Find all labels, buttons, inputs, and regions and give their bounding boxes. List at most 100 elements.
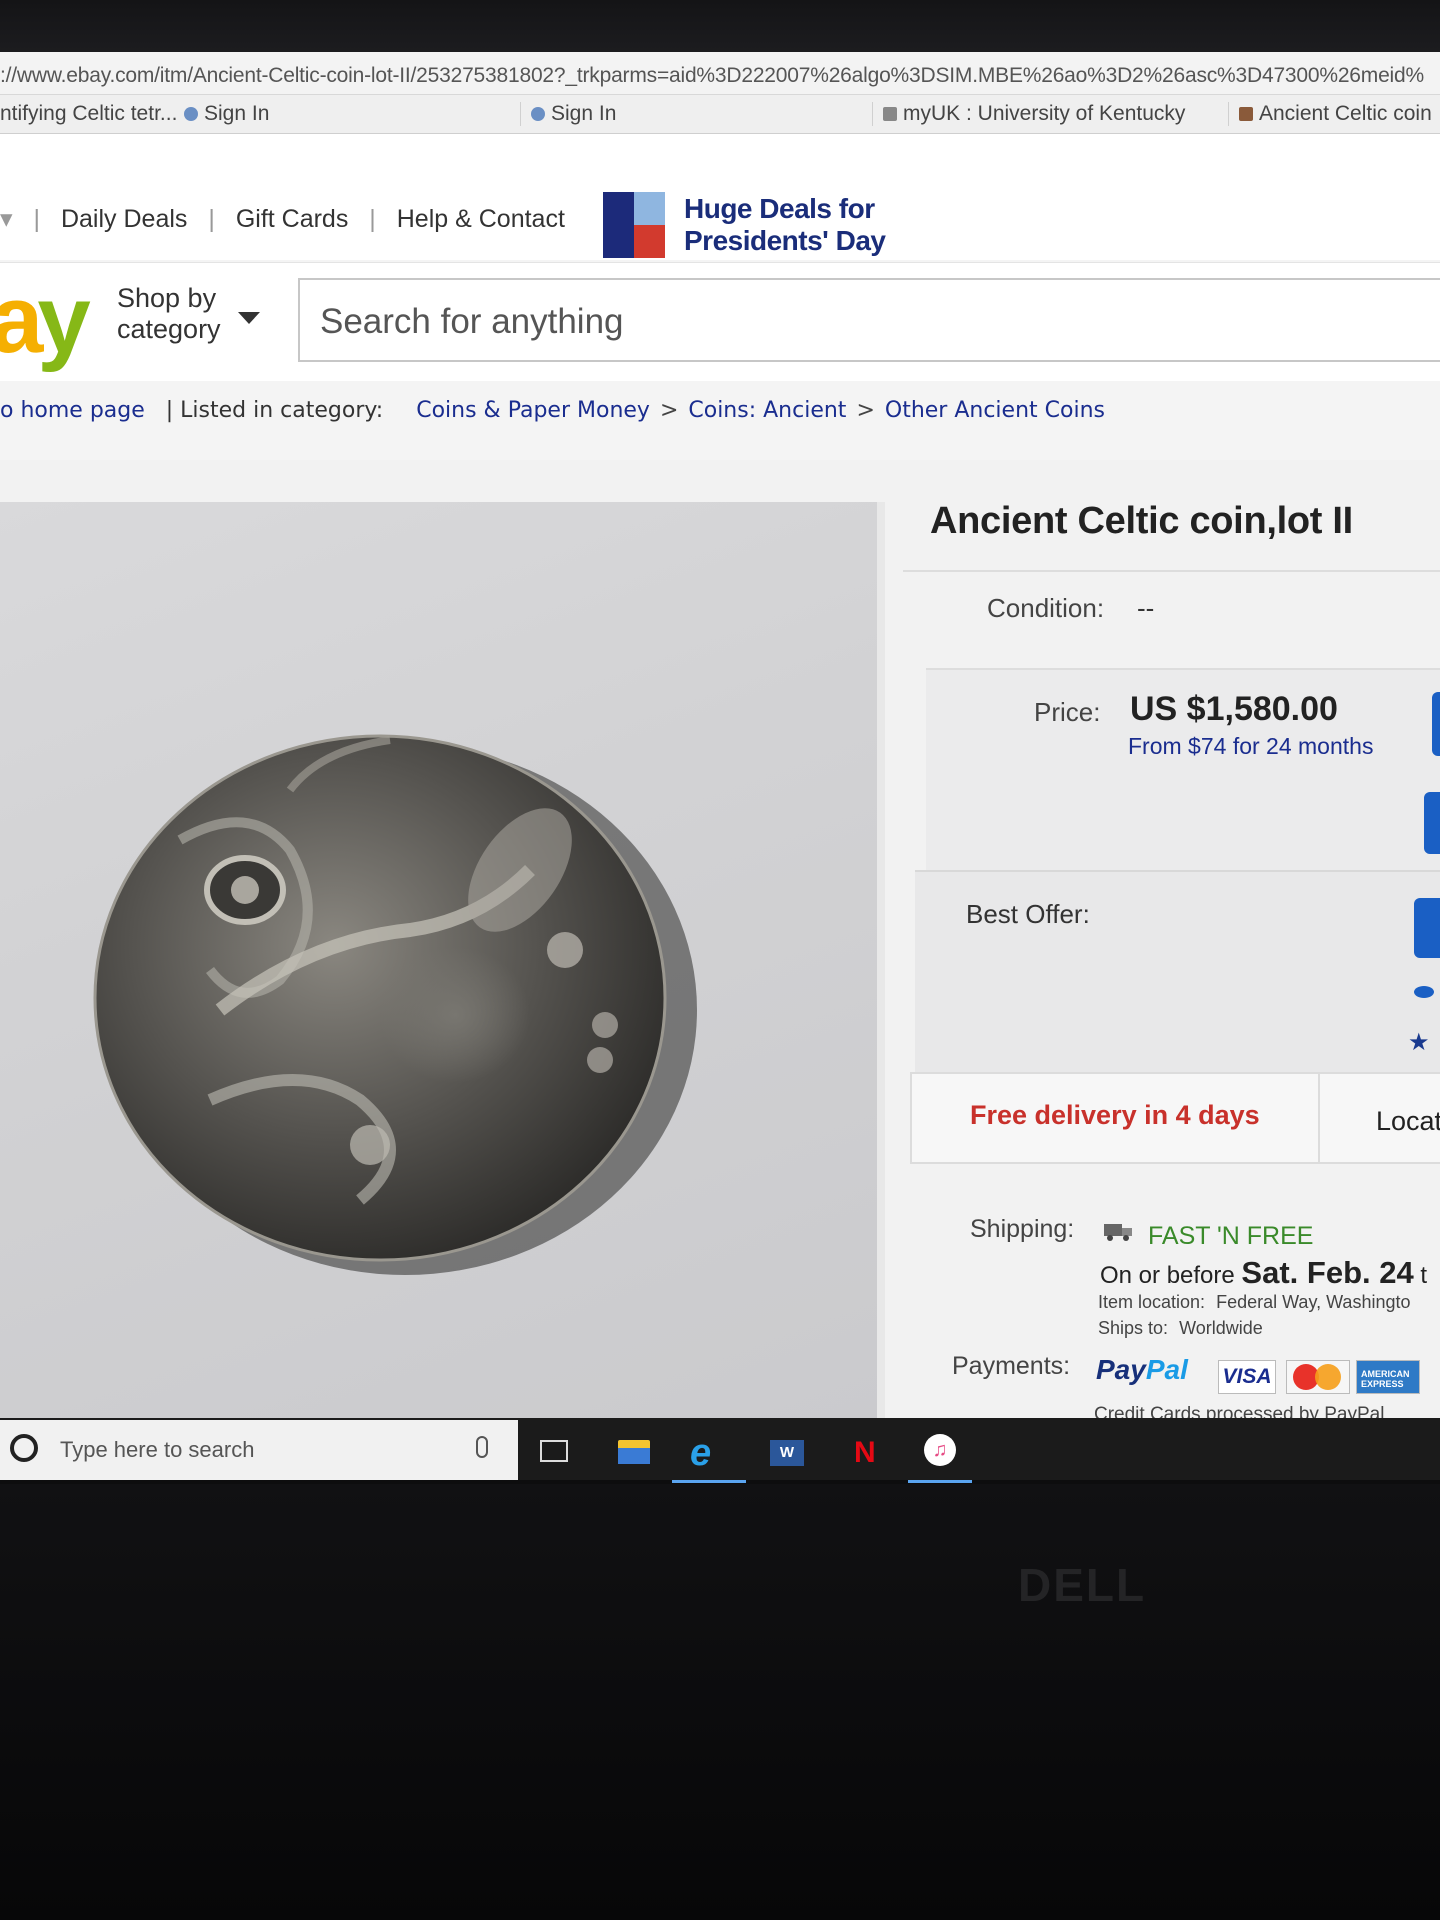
ships-to-value: Worldwide — [1179, 1318, 1263, 1338]
favorite-ancient-celtic[interactable]: Ancient Celtic coin — [1228, 102, 1432, 126]
amex-logo: AMERICAN EXPRESS — [1356, 1360, 1420, 1394]
item-location-value: Federal Way, Washingto — [1216, 1292, 1411, 1312]
cortana-icon[interactable] — [10, 1434, 38, 1462]
favorite-celtic-tetr[interactable]: ntifying Celtic tetr... — [0, 102, 177, 126]
logo-letter: a — [0, 266, 43, 373]
condition-value: -- — [1137, 593, 1155, 623]
breadcrumb-separator: > — [856, 398, 875, 423]
location-tab[interactable]: Locat — [1376, 1106, 1440, 1137]
ships-to: Ships to: Worldwide — [1098, 1318, 1263, 1339]
favorite-label: myUK : University of Kentucky — [903, 102, 1186, 125]
amex-text: AMERICAN EXPRESS — [1361, 1369, 1410, 1389]
taskbar-search[interactable]: Type here to search — [0, 1420, 518, 1480]
delivery-date: On or before Sat. Feb. 24 t — [1100, 1255, 1427, 1291]
shop-label: Shop by — [117, 283, 217, 313]
visa-logo: VISA — [1218, 1360, 1276, 1394]
url-text[interactable]: ://www.ebay.com/itm/Ancient-Celtic-coin-… — [0, 64, 1424, 88]
task-view-icon[interactable] — [540, 1440, 568, 1462]
star-icon[interactable]: ★ — [1408, 1028, 1430, 1057]
paypal-part: Pal — [1145, 1354, 1188, 1385]
item-location: Item location: Federal Way, Washingto — [1098, 1292, 1410, 1313]
search-input[interactable]: Search for anything — [298, 278, 1440, 362]
help-contact-link[interactable]: Help & Contact — [397, 205, 565, 233]
ebay-logo[interactable]: ay — [0, 270, 91, 370]
listed-in-label: | Listed in category: — [165, 398, 384, 423]
condition-label: Condition: — [987, 593, 1105, 623]
item-title: Ancient Celtic coin,lot II — [930, 500, 1353, 542]
separator: ▾ — [0, 205, 13, 233]
breadcrumb: o home page | Listed in category: Coins … — [0, 398, 1105, 423]
paypal-part: Pay — [1096, 1354, 1146, 1385]
address-bar[interactable]: ://www.ebay.com/itm/Ancient-Celtic-coin-… — [0, 58, 1440, 95]
mastercard-circle — [1315, 1364, 1341, 1390]
date-suffix: t — [1420, 1262, 1428, 1289]
favorite-sign-in-2[interactable]: Sign In — [520, 102, 616, 126]
delivery-tab[interactable]: Free delivery in 4 days — [970, 1100, 1260, 1131]
price-value: US $1,580.00 — [1130, 690, 1338, 728]
favorite-sign-in-1[interactable]: Sign In — [184, 102, 269, 126]
favorite-myuk[interactable]: myUK : University of Kentucky — [872, 102, 1185, 126]
divider — [903, 570, 1440, 572]
favorite-label: Ancient Celtic coin — [1259, 102, 1432, 125]
netflix-icon[interactable]: N — [854, 1436, 876, 1470]
buy-it-now-button[interactable] — [1432, 692, 1440, 756]
breadcrumb-coins-paper-money[interactable]: Coins & Paper Money — [416, 398, 650, 423]
monitor-bezel-bottom — [0, 1484, 1440, 1920]
itunes-icon[interactable]: ♫ — [924, 1434, 956, 1466]
separator: | — [33, 205, 41, 233]
eye-icon[interactable] — [1414, 986, 1434, 998]
truck-icon — [1104, 1224, 1132, 1241]
paypal-logo: PayPal — [1096, 1354, 1188, 1386]
best-offer-label: Best Offer: — [966, 899, 1090, 929]
breadcrumb-other-ancient-coins[interactable]: Other Ancient Coins — [885, 398, 1105, 423]
globe-icon — [531, 107, 545, 121]
caret-down-icon[interactable] — [238, 312, 260, 324]
coin-image[interactable] — [60, 680, 760, 1320]
ships-to-label: Ships to: — [1098, 1318, 1169, 1338]
presidents-day-promo[interactable]: Huge Deals for Presidents' Day — [684, 193, 886, 257]
favorite-label: ntifying Celtic tetr... — [0, 102, 178, 125]
active-app-indicator — [908, 1480, 972, 1483]
site-icon — [1239, 107, 1253, 121]
monitor-bezel-top — [0, 0, 1440, 52]
search-placeholder: Search for anything — [320, 302, 624, 341]
breadcrumb-separator: > — [659, 398, 679, 423]
mastercard-logo — [1286, 1360, 1350, 1394]
date-value: Sat. Feb. 24 — [1241, 1255, 1414, 1290]
shipping-value: FAST 'N FREE — [1148, 1222, 1314, 1250]
breadcrumb-coins-ancient[interactable]: Coins: Ancient — [688, 398, 846, 423]
date-prefix: On or before — [1100, 1262, 1235, 1289]
favorite-label: Sign In — [204, 102, 270, 125]
separator: | — [208, 205, 215, 233]
site-icon — [883, 107, 897, 121]
flag-banner-icon[interactable] — [603, 192, 665, 258]
price-label: Price: — [1034, 697, 1101, 727]
add-to-cart-button[interactable] — [1424, 792, 1440, 854]
active-app-indicator — [672, 1480, 746, 1483]
top-nav-links: ▾ | Daily Deals | Gift Cards | Help & Co… — [0, 204, 579, 234]
favorite-label: Sign In — [551, 102, 617, 125]
tab-divider — [1318, 1074, 1320, 1162]
file-explorer-icon[interactable] — [618, 1440, 650, 1464]
word-icon[interactable]: W — [770, 1440, 804, 1466]
shop-label: category — [117, 314, 221, 344]
taskbar-search-placeholder: Type here to search — [60, 1437, 255, 1462]
financing-link[interactable]: From $74 for 24 months — [1128, 733, 1373, 760]
dell-logo: DELL — [1018, 1559, 1147, 1611]
shipping-label: Shipping: — [970, 1215, 1075, 1243]
back-home-link[interactable]: o home page — [0, 398, 145, 423]
internet-explorer-icon[interactable]: e — [690, 1432, 711, 1475]
payments-label: Payments: — [952, 1352, 1071, 1380]
logo-letter: y — [37, 266, 90, 373]
promo-line: Huge Deals for — [684, 193, 875, 224]
gift-cards-link[interactable]: Gift Cards — [236, 205, 349, 233]
make-offer-button[interactable] — [1414, 898, 1440, 958]
favorites-bar: ntifying Celtic tetr... Sign In Sign In … — [0, 95, 1440, 134]
promo-line: Presidents' Day — [684, 225, 886, 256]
microphone-icon[interactable] — [476, 1436, 488, 1458]
separator: | — [369, 205, 376, 233]
daily-deals-link[interactable]: Daily Deals — [61, 205, 187, 233]
globe-icon — [184, 107, 198, 121]
shop-by-category-button[interactable]: Shop by category — [117, 283, 221, 345]
item-location-label: Item location: — [1098, 1292, 1206, 1312]
